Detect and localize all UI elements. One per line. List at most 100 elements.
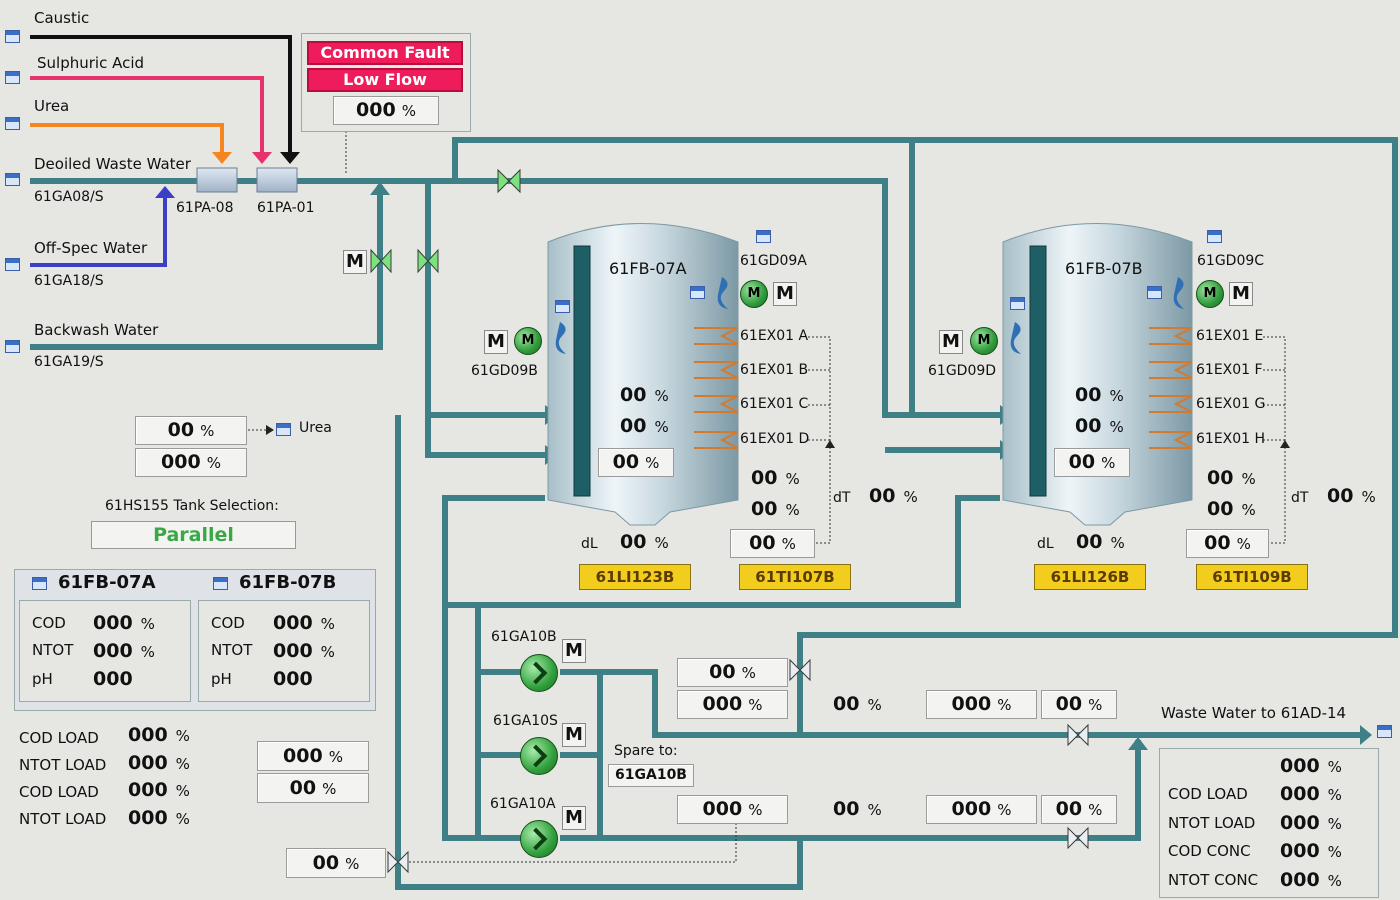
mid-value-1[interactable]: 000% <box>257 741 369 771</box>
tank-b-temp-0-unit: % <box>1241 470 1256 488</box>
mixer-61pa01-label: 61PA-01 <box>257 200 315 216</box>
tank-b-blower-right-motor[interactable]: M <box>1196 280 1224 308</box>
urea-dose-value-2[interactable]: 000% <box>135 448 247 477</box>
flow-upper-c-number: 00 <box>833 693 860 715</box>
tank-a-temp-1: 00% <box>751 498 800 520</box>
flow-lower-a[interactable]: 000% <box>677 795 788 824</box>
quality-tank-b-title: 61FB-07B <box>239 572 337 593</box>
quality-b-row0-value: 000% <box>273 612 335 634</box>
urea-label: Urea <box>34 97 70 115</box>
tank-b-level-tag[interactable]: 61LI126B <box>1034 564 1146 590</box>
output-row3-label: NTOT CONC <box>1168 871 1259 889</box>
offspec-nav-icon[interactable] <box>5 258 20 271</box>
recirc-flow-unit: % <box>345 855 360 873</box>
quality-b-row2-label: pH <box>211 670 232 688</box>
tank-a-temp-2[interactable]: 00% <box>730 529 815 558</box>
flow-upper-e[interactable]: 00% <box>1041 690 1117 719</box>
load-row1-value: 000% <box>128 752 190 774</box>
tank-a-gd-left-nav-icon[interactable] <box>555 300 570 313</box>
tank-a-level-2[interactable]: 00% <box>598 448 674 477</box>
pump-10s-m-button[interactable]: M <box>562 723 586 747</box>
quality-b-row0-label: COD <box>211 614 245 632</box>
tank-a-quality-nav-icon[interactable] <box>32 577 47 590</box>
urea-target-nav-icon[interactable] <box>276 423 291 436</box>
mid-value-2-unit: % <box>322 780 337 798</box>
mid-value-1-number: 000 <box>283 745 323 767</box>
offspec-tag: 61GA18/S <box>34 273 104 289</box>
urea-dose-unit-2: % <box>206 454 221 472</box>
pump-10b-m-button[interactable]: M <box>562 639 586 663</box>
tank-b-dt-unit: % <box>1361 488 1376 506</box>
load-row2-label: COD LOAD <box>19 783 99 801</box>
spare-to-value[interactable]: 61GA10B <box>608 764 694 787</box>
tank-b-dt-number: 00 <box>1327 485 1354 507</box>
waste-water-nav-icon[interactable] <box>1377 725 1392 738</box>
alarm-flow-value[interactable]: 000% <box>333 96 439 125</box>
load-row1-label: NTOT LOAD <box>19 756 107 774</box>
load-row3-number: 000 <box>128 807 168 829</box>
deoiled-waste-water-label: Deoiled Waste Water <box>34 155 191 173</box>
tank-a-blower-left-m-button[interactable]: M <box>484 330 508 354</box>
tank-a-dt-unit: % <box>903 488 918 506</box>
sulphuric-acid-label: Sulphuric Acid <box>37 54 145 72</box>
tank-selection-button[interactable]: Parallel <box>91 521 296 549</box>
load-row0-label: COD LOAD <box>19 729 99 747</box>
common-fault-alarm[interactable]: Common Fault <box>307 41 463 65</box>
pump-10a-icon[interactable] <box>520 820 558 858</box>
output-row2-value: 000% <box>1280 840 1342 862</box>
tank-a-gd-right-nav-icon[interactable] <box>756 230 771 243</box>
tank-b-blower-right-m-button[interactable]: M <box>1229 282 1253 306</box>
tank-b-blower-left-motor[interactable]: M <box>970 327 998 355</box>
flow-upper-c-unit: % <box>867 696 882 714</box>
tank-a-blower-right-m-button[interactable]: M <box>773 282 797 306</box>
tank-b-detail-nav-icon[interactable] <box>1147 286 1162 299</box>
tank-a-temp-2-number: 00 <box>749 532 776 554</box>
tank-b-dl-value: 00% <box>1076 531 1125 553</box>
tank-a-blower-left-motor[interactable]: M <box>514 327 542 355</box>
mid-value-2[interactable]: 00% <box>257 773 369 803</box>
urea-nav-icon[interactable] <box>5 117 20 130</box>
output-row0-label: COD LOAD <box>1168 785 1248 803</box>
pump-10a-label: 61GA10A <box>490 796 556 812</box>
tank-a-level-1-unit: % <box>654 418 669 436</box>
recirc-flow-value[interactable]: 00% <box>286 848 386 878</box>
tank-b-temp-2-unit: % <box>1236 535 1251 553</box>
pump-10b-icon[interactable] <box>520 654 558 692</box>
flow-upper-d-number: 000 <box>951 693 992 715</box>
tank-a-dt-value: 00% <box>869 485 918 507</box>
flow-upper-b[interactable]: 000% <box>677 690 788 719</box>
caustic-nav-icon[interactable] <box>5 30 20 43</box>
backwash-nav-icon[interactable] <box>5 340 20 353</box>
tank-b-temp-tag[interactable]: 61TI109B <box>1196 564 1308 590</box>
load-row0-unit: % <box>175 727 190 745</box>
tank-b-quality-nav-icon[interactable] <box>213 577 228 590</box>
tank-a-level-tag[interactable]: 61LI123B <box>579 564 691 590</box>
urea-dose-value-1[interactable]: 00% <box>135 416 247 445</box>
flow-lower-c[interactable]: 000% <box>926 795 1037 824</box>
flow-upper-a[interactable]: 00% <box>677 658 788 687</box>
tank-a-temp-tag[interactable]: 61TI107B <box>739 564 851 590</box>
flow-upper-a-number: 00 <box>709 661 736 683</box>
tank-b-blower-left-m-button[interactable]: M <box>939 330 963 354</box>
tank-b-gd-right-nav-icon[interactable] <box>1207 230 1222 243</box>
pump-10a-m-button[interactable]: M <box>562 806 586 830</box>
tank-b-level-2[interactable]: 00% <box>1054 448 1130 477</box>
flow-lower-b-unit: % <box>867 801 882 819</box>
flow-upper-d[interactable]: 000% <box>926 690 1037 719</box>
output-row3-number: 000 <box>1280 869 1320 891</box>
tank-a-blower-right-motor[interactable]: M <box>740 280 768 308</box>
acid-nav-icon[interactable] <box>5 71 20 84</box>
tank-b-level-1-unit: % <box>1109 418 1124 436</box>
flow-lower-d[interactable]: 00% <box>1041 795 1117 824</box>
tank-b-gd-left-nav-icon[interactable] <box>1010 297 1025 310</box>
low-flow-alarm[interactable]: Low Flow <box>307 68 463 92</box>
tank-b-gd-left-label: 61GD09D <box>928 363 997 379</box>
deoiled-nav-icon[interactable] <box>5 173 20 186</box>
motor-button[interactable]: M <box>343 250 367 274</box>
tank-a-detail-nav-icon[interactable] <box>690 286 705 299</box>
tank-b-temp-2[interactable]: 00% <box>1186 529 1269 558</box>
flow-lower-b-number: 00 <box>833 798 860 820</box>
pump-10s-icon[interactable] <box>520 737 558 775</box>
quality-a-row2-label: pH <box>32 670 53 688</box>
quality-a-row0-value: 000% <box>93 612 155 634</box>
